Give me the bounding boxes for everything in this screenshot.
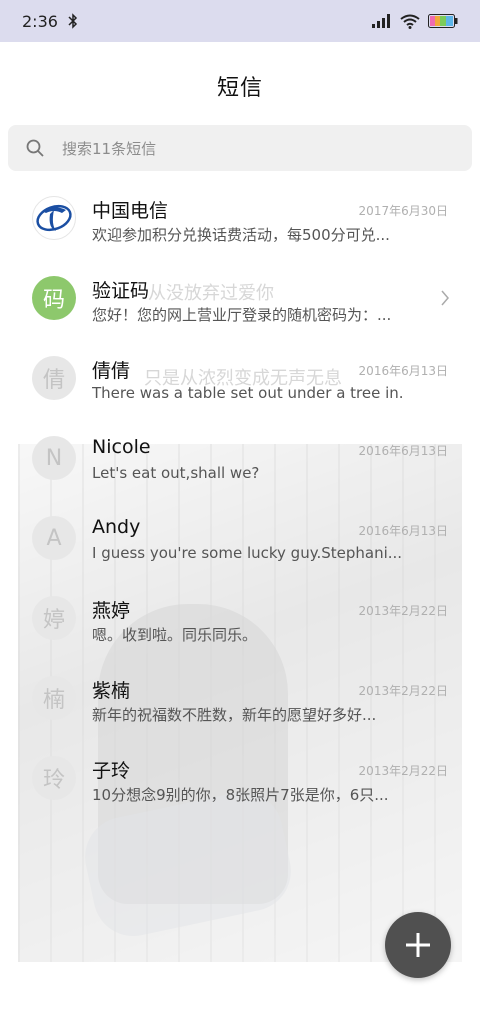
battery-icon [428,14,458,28]
wifi-icon [400,14,420,29]
conversation-name: Nicole [92,436,151,458]
conversation-row[interactable]: 中国电信 2017年6月30日 欢迎参加积分兑换话费活动，每500分可兑... [0,180,480,260]
avatar: 玲 [32,756,76,800]
conversation-date: 2013年2月22日 [358,764,448,778]
conversation-row[interactable]: 婷 燕婷 2013年2月22日 嗯。收到啦。同乐同乐。 [0,580,480,660]
signal-icon [372,14,392,28]
conversation-name: 倩倩 [92,360,131,382]
conversation-preview: 10分想念9别的你，8张照片7张是你，6只... [92,786,389,804]
search-icon [26,139,44,157]
page-title: 短信 [216,76,263,101]
conversation-name: 子玲 [92,760,131,782]
conversation-name: 紫楠 [92,680,131,702]
conversation-row[interactable]: 玲 子玲 2013年2月22日 10分想念9别的你，8张照片7张是你，6只... [0,740,480,820]
conversation-date: 2016年6月13日 [358,524,448,538]
conversation-row[interactable]: 楠 紫楠 2013年2月22日 新年的祝福数不胜数，新年的愿望好多好... [0,660,480,740]
status-left: 2:36 [22,12,78,31]
conversation-row[interactable]: 倩 倩倩 2016年6月13日 There was a table set ou… [0,340,480,420]
conversation-name: 中国电信 [92,200,169,222]
conversation-preview: Let's eat out,shall we? [92,464,260,482]
conversation-preview: I guess you're some lucky guy.Stephani..… [92,544,403,562]
new-message-button[interactable] [385,912,451,978]
avatar: 楠 [32,676,76,720]
conversation-name: 验证码 [92,280,150,302]
avatar: N [32,436,76,480]
conversation-date: 2016年6月13日 [358,364,448,378]
conversation-row[interactable]: A Andy 2016年6月13日 I guess you're some lu… [0,500,480,580]
chevron-right-icon [440,290,450,306]
conversation-date: 2016年6月13日 [358,444,448,458]
avatar: A [32,516,76,560]
conversation-row[interactable]: 码 验证码 您好！您的网上营业厅登录的随机密码为：... [0,260,480,340]
conversation-date: 2013年2月22日 [358,604,448,618]
status-bar: 2:36 [0,0,480,42]
conversation-preview: 嗯。收到啦。同乐同乐。 [92,626,258,644]
search-placeholder: 搜索11条短信 [62,139,157,158]
conversation-name: 燕婷 [92,600,131,622]
conversation-date: 2013年2月22日 [358,684,448,698]
conversation-preview: 新年的祝福数不胜数，新年的愿望好多好... [92,706,377,724]
status-time: 2:36 [22,11,58,31]
bluetooth-icon [68,13,78,29]
plus-icon [404,931,432,959]
conversation-preview: 您好！您的网上营业厅登录的随机密码为：... [92,306,392,324]
conversation-date: 2017年6月30日 [358,204,448,218]
avatar: 倩 [32,356,76,400]
conversation-name: Andy [92,516,141,538]
status-right [372,14,458,29]
conversation-preview: 欢迎参加积分兑换话费活动，每500分可兑... [92,226,390,244]
conversation-preview: There was a table set out under a tree i… [92,384,404,402]
conversation-row[interactable]: N Nicole 2016年6月13日 Let's eat out,shall … [0,420,480,500]
avatar: 婷 [32,596,76,640]
avatar: 码 [32,276,76,320]
search-bar[interactable]: 搜索11条短信 [8,125,472,171]
telecom-logo-icon [32,196,76,240]
